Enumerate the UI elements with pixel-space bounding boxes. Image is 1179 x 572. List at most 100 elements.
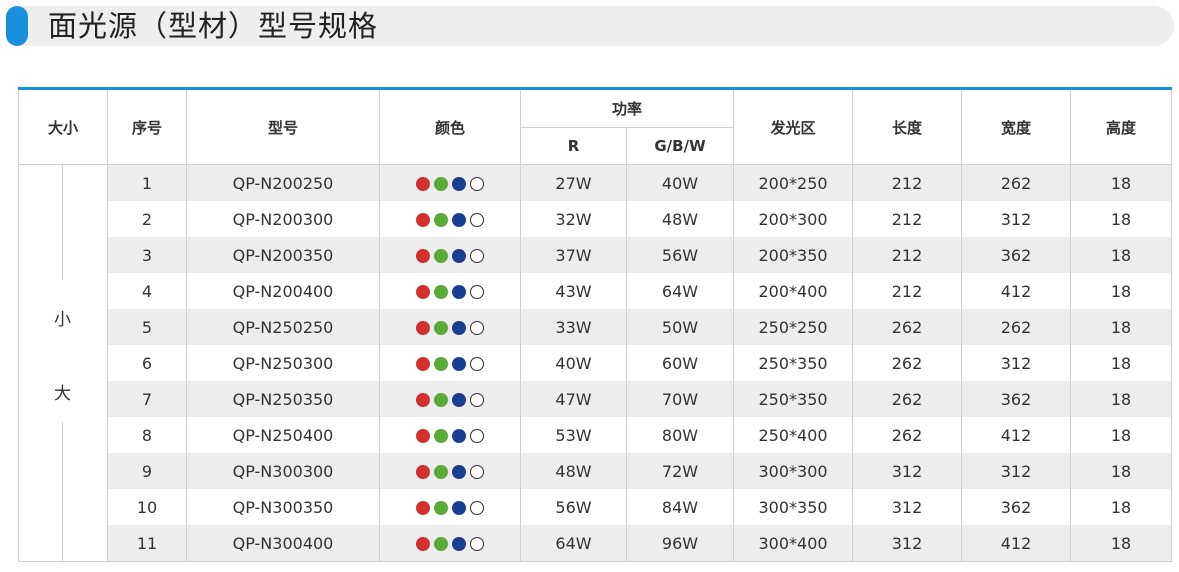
- red-dot-icon: [416, 393, 430, 407]
- color-dots: [416, 285, 484, 299]
- green-dot-icon: [434, 285, 448, 299]
- cell-height: 18: [1070, 381, 1173, 417]
- cell-power-r: 48W: [520, 453, 627, 489]
- cell-width: 362: [961, 381, 1072, 417]
- header-height: 高度: [1070, 88, 1173, 165]
- cell-height: 18: [1070, 489, 1173, 525]
- cell-colors: [379, 345, 521, 381]
- red-dot-icon: [416, 357, 430, 371]
- cell-power-gbw: 40W: [625, 164, 735, 201]
- cell-emit-area: 250*400: [733, 417, 854, 453]
- green-dot-icon: [434, 501, 448, 515]
- cell-index: 2: [107, 201, 187, 237]
- cell-power-gbw: 84W: [625, 489, 735, 525]
- cell-power-r: 56W: [520, 489, 627, 525]
- blue-dot-icon: [452, 537, 466, 551]
- cell-index: 11: [107, 525, 187, 562]
- cell-power-r: 47W: [520, 381, 627, 417]
- size-label-large: 大: [54, 384, 71, 404]
- cell-power-gbw: 50W: [625, 309, 735, 345]
- cell-colors: [379, 489, 521, 525]
- color-dots: [416, 213, 484, 227]
- cell-width: 262: [961, 164, 1072, 201]
- table-row: 4 QP-N200400 43W 64W 200*400 212 412 18: [19, 273, 1173, 309]
- cell-index: 1: [107, 164, 187, 201]
- green-dot-icon: [434, 393, 448, 407]
- cell-height: 18: [1070, 345, 1173, 381]
- cell-power-gbw: 72W: [625, 453, 735, 489]
- table-row: 6 QP-N250300 40W 60W 250*350 262 312 18: [19, 345, 1173, 381]
- color-dots: [416, 465, 484, 479]
- cell-power-gbw: 60W: [625, 345, 735, 381]
- cell-height: 18: [1070, 237, 1173, 273]
- cell-width: 412: [961, 273, 1072, 309]
- cell-width: 312: [961, 201, 1072, 237]
- cell-length: 262: [852, 345, 963, 381]
- cell-colors: [379, 309, 521, 345]
- cell-power-gbw: 56W: [625, 237, 735, 273]
- red-dot-icon: [416, 429, 430, 443]
- cell-colors: [379, 453, 521, 489]
- table-row: 5 QP-N250250 33W 50W 250*250 262 262 18: [19, 309, 1173, 345]
- table-row: 7 QP-N250350 47W 70W 250*350 262 362 18: [19, 381, 1173, 417]
- cell-power-r: 53W: [520, 417, 627, 453]
- cell-model: QP-N200400: [186, 273, 380, 309]
- blue-dot-icon: [452, 429, 466, 443]
- white-dot-icon: [470, 465, 484, 479]
- cell-power-r: 27W: [520, 164, 627, 201]
- cell-power-r: 33W: [520, 309, 627, 345]
- cell-power-r: 40W: [520, 345, 627, 381]
- table-row: 2 QP-N200300 32W 48W 200*300 212 312 18: [19, 201, 1173, 237]
- header-power-r: R: [520, 127, 627, 165]
- green-dot-icon: [434, 249, 448, 263]
- cell-model: QP-N250350: [186, 381, 380, 417]
- cell-width: 362: [961, 489, 1072, 525]
- white-dot-icon: [470, 429, 484, 443]
- spec-table: 大小 序号 型号 颜色 功率 发光区 长度 宽度 高度 R G/B/W 小大1Q…: [18, 87, 1173, 562]
- cell-power-gbw: 96W: [625, 525, 735, 562]
- cell-length: 212: [852, 237, 963, 273]
- white-dot-icon: [470, 213, 484, 227]
- cell-emit-area: 300*400: [733, 525, 854, 562]
- table-row: 9 QP-N300300 48W 72W 300*300 312 312 18: [19, 453, 1173, 489]
- cell-colors: [379, 164, 521, 201]
- cell-colors: [379, 381, 521, 417]
- cell-length: 312: [852, 525, 963, 562]
- cell-index: 4: [107, 273, 187, 309]
- color-dots: [416, 393, 484, 407]
- red-dot-icon: [416, 249, 430, 263]
- cell-model: QP-N200250: [186, 164, 380, 201]
- size-divider-top: [62, 165, 63, 280]
- cell-emit-area: 200*350: [733, 237, 854, 273]
- table-row: 8 QP-N250400 53W 80W 250*400 262 412 18: [19, 417, 1173, 453]
- cell-index: 5: [107, 309, 187, 345]
- cell-index: 6: [107, 345, 187, 381]
- blue-dot-icon: [452, 285, 466, 299]
- red-dot-icon: [416, 501, 430, 515]
- cell-length: 212: [852, 164, 963, 201]
- white-dot-icon: [470, 501, 484, 515]
- cell-power-r: 43W: [520, 273, 627, 309]
- cell-model: QP-N200300: [186, 201, 380, 237]
- table-body: 小大 1 QP-N200250 27W 40W 200*250 212 262 18 2 QP-N2…: [18, 164, 1173, 562]
- cell-length: 312: [852, 453, 963, 489]
- cell-power-r: 64W: [520, 525, 627, 562]
- blue-dot-icon: [452, 321, 466, 335]
- blue-dot-icon: [452, 213, 466, 227]
- header-model: 型号: [186, 88, 380, 165]
- green-dot-icon: [434, 537, 448, 551]
- cell-length: 262: [852, 381, 963, 417]
- cell-length: 212: [852, 201, 963, 237]
- color-dots: [416, 501, 484, 515]
- color-dots: [416, 357, 484, 371]
- white-dot-icon: [470, 357, 484, 371]
- cell-width: 412: [961, 525, 1072, 562]
- cell-height: 18: [1070, 273, 1173, 309]
- size-label-small: 小: [54, 310, 71, 330]
- cell-emit-area: 250*250: [733, 309, 854, 345]
- green-dot-icon: [434, 429, 448, 443]
- table-row: 11 QP-N300400 64W 96W 300*400 312 412 18: [19, 525, 1173, 562]
- cell-power-r: 37W: [520, 237, 627, 273]
- blue-dot-icon: [452, 501, 466, 515]
- white-dot-icon: [470, 285, 484, 299]
